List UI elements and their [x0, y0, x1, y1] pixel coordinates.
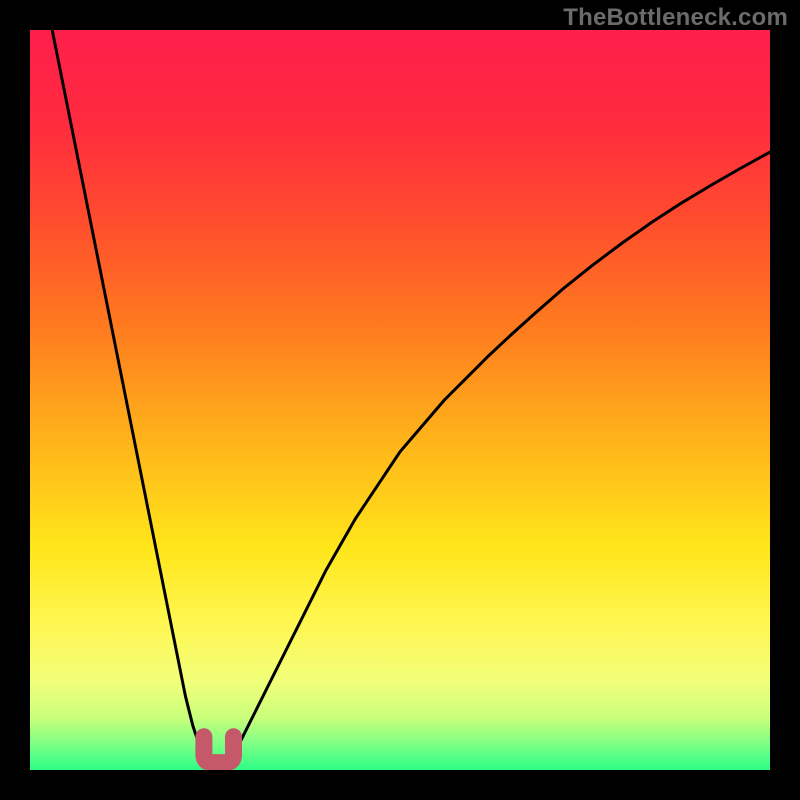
chart-frame: TheBottleneck.com — [0, 0, 800, 800]
watermark-text: TheBottleneck.com — [563, 4, 788, 32]
gradient-background — [30, 30, 770, 770]
chart-plot-area — [30, 30, 770, 770]
chart-svg — [30, 30, 770, 770]
